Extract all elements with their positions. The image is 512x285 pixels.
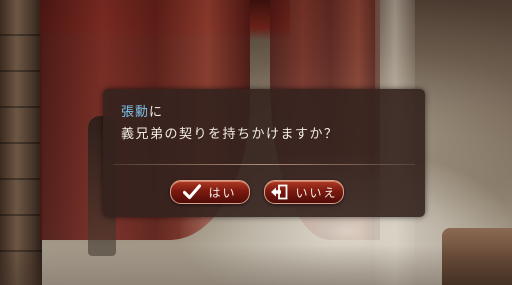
dialog-divider bbox=[113, 164, 415, 165]
yes-label: はい bbox=[208, 185, 237, 200]
checkmark-icon bbox=[183, 184, 202, 200]
dialog-question: 義兄弟の契りを持ちかけますか？ bbox=[121, 127, 339, 142]
no-label: いいえ bbox=[295, 185, 338, 200]
stone-pillar bbox=[0, 0, 42, 285]
no-button[interactable]: いいえ bbox=[264, 180, 344, 204]
speaker-line: 張勳に bbox=[121, 101, 163, 120]
speaker-particle: に bbox=[149, 105, 164, 120]
speaker-name: 張勳 bbox=[121, 105, 150, 120]
confirm-dialog: 張勳に 義兄弟の契りを持ちかけますか？ はい いいえ bbox=[103, 89, 425, 217]
yes-button[interactable]: はい bbox=[170, 180, 250, 204]
exit-door-icon bbox=[270, 184, 288, 200]
floor-shade bbox=[0, 245, 512, 285]
